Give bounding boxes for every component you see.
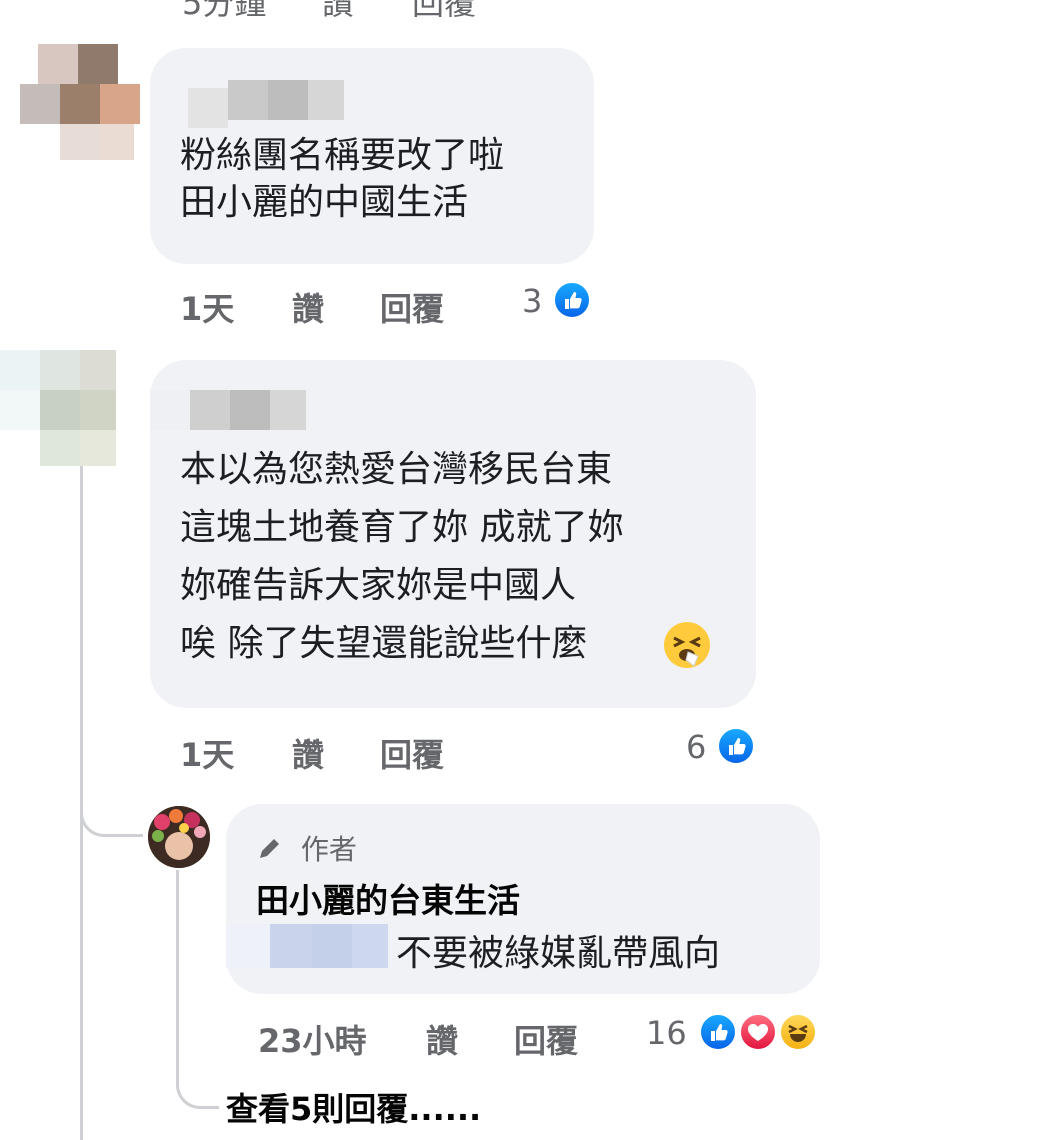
view-more-replies-link[interactable]: 查看5則回覆...... [226,1084,481,1130]
comment-line: 田小麗的中國生活 [180,182,469,223]
comment-text: 粉絲團名稱要改了啦 田小麗的中國生活 [180,132,504,226]
reply-bubble: 作者 田小麗的台東生活 不要被綠媒亂帶風向 [226,804,820,994]
previous-comment-actions: 5分鐘 讚 回覆 [0,0,600,22]
like-icon [552,280,592,320]
author-badge-label: 作者 [300,833,357,866]
reply-author-name[interactable]: 田小麗的台東生活 [256,874,520,922]
commenter-name-blurred[interactable] [150,382,310,430]
reply-reaction-count[interactable]: 16 [646,1014,687,1052]
like-button[interactable]: 讚 [292,284,324,330]
like-button[interactable]: 讚 [292,730,324,776]
reply-reply-button[interactable]: 回覆 [514,1016,578,1062]
reply-time[interactable]: 23小時 [258,1016,367,1062]
mentioned-name-blurred[interactable] [226,924,392,968]
reply-thread-line [176,870,179,1080]
commenter-name-blurred[interactable] [188,80,346,128]
previous-comment-time: 5分鐘 [182,0,267,22]
like-icon [698,1012,738,1052]
previous-reply-button[interactable]: 回覆 [412,0,476,24]
reply-thread-connector [176,1060,219,1109]
comment-line: 唉 除了失望還能說些什麼 [180,623,588,664]
like-icon [716,726,756,766]
reply-button[interactable]: 回覆 [380,284,444,330]
previous-like-button[interactable]: 讚 [322,0,354,24]
reaction-count[interactable]: 3 [522,282,542,320]
reply-text: 不要被綠媒亂帶風向 [396,933,721,974]
haha-icon [778,1012,818,1052]
reply-button[interactable]: 回覆 [380,730,444,776]
comment-text: 本以為您熱愛台灣移民台東 這塊土地養育了妳 成就了妳 妳確告訴大家妳是中國人 唉… [180,446,710,678]
avatar-blurred[interactable] [20,44,140,164]
comment-line: 這塊土地養育了妳 成就了妳 [180,507,624,548]
author-avatar[interactable] [148,806,210,868]
comment-line: 妳確告訴大家妳是中國人 [180,565,577,606]
pencil-icon [260,839,279,858]
comment-line: 粉絲團名稱要改了啦 [180,135,505,176]
comment-line-with-emoji: 唉 除了失望還能說些什麼 [180,620,710,678]
comment-time[interactable]: 1天 [180,284,234,330]
reaction-count[interactable]: 6 [686,728,706,766]
love-icon [738,1012,778,1052]
comment-bubble: 粉絲團名稱要改了啦 田小麗的中國生活 [150,48,594,264]
tired-face-emoji [664,622,710,668]
avatar-blurred[interactable] [0,350,120,466]
reply-like-button[interactable]: 讚 [426,1016,458,1062]
comment-line: 本以為您熱愛台灣移民台東 [180,449,613,490]
thread-connector [80,800,143,837]
comment-bubble: 本以為您熱愛台灣移民台東 這塊土地養育了妳 成就了妳 妳確告訴大家妳是中國人 唉… [150,360,756,708]
author-badge: 作者 [256,828,357,868]
comment-time[interactable]: 1天 [180,730,234,776]
